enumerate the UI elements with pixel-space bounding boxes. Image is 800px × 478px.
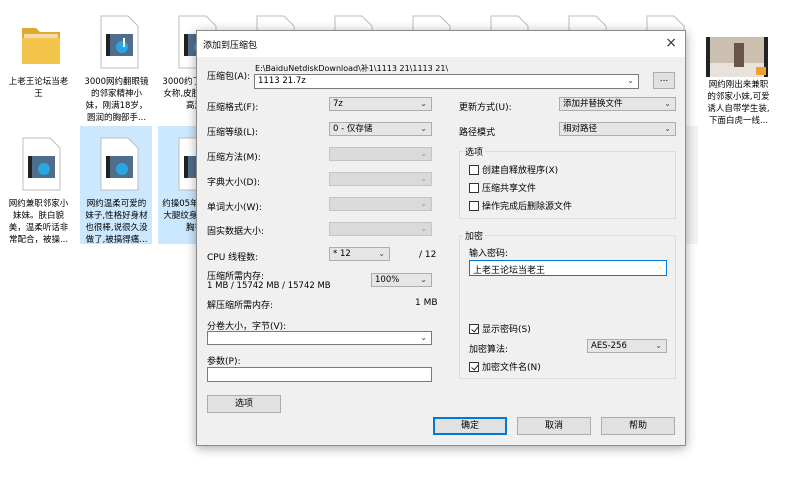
video-file-icon — [100, 137, 139, 191]
format-label: 压缩格式(F): — [207, 103, 259, 113]
show-password-label: 显示密码(S) — [482, 325, 531, 335]
file-item-label: 网约刚出来兼职的邻家小妹,可爱诱人自带学生装,下面白虎一线... — [707, 80, 770, 125]
add-to-archive-dialog: 添加到压缩包 × 压缩包(A): E:\BaiduNetdiskDownload… — [196, 30, 686, 446]
chevron-down-icon: ⌄ — [420, 275, 427, 284]
chevron-down-icon: ⌄ — [420, 99, 427, 108]
archive-name-value: 1113 21.7z — [258, 76, 306, 86]
memory-percent-select[interactable]: 100% ⌄ — [371, 273, 432, 287]
cpu-threads-label: CPU 线程数: — [207, 253, 259, 263]
video-file-icon — [100, 15, 139, 69]
encryption-method-value: AES-256 — [591, 341, 627, 351]
checkbox-unchecked-icon — [469, 183, 479, 193]
file-item-video-selected[interactable]: 网约温柔可爱的妹子,性格好身材也很棒,说很久没做了,被搞得痛... — [80, 126, 152, 244]
chevron-down-icon: ⌄ — [420, 333, 427, 342]
checkbox-unchecked-icon — [469, 165, 479, 175]
show-password-checkbox[interactable]: 显示密码(S) — [469, 322, 531, 335]
compress-shared-checkbox[interactable]: 压缩共享文件 — [469, 181, 536, 194]
create-sfx-checkbox[interactable]: 创建自释放程序(X) — [469, 163, 558, 176]
level-value: 0 - 仅存储 — [333, 124, 373, 134]
encrypt-filenames-checkbox[interactable]: 加密文件名(N) — [469, 360, 541, 373]
format-value: 7z — [333, 99, 343, 109]
dialog-titlebar[interactable]: 添加到压缩包 × — [197, 31, 685, 57]
close-icon[interactable]: × — [665, 35, 677, 51]
cpu-threads-select[interactable]: * 12 ⌄ — [329, 247, 390, 261]
method-select: ⌄ — [329, 147, 432, 161]
chevron-down-icon: ⌄ — [420, 149, 427, 158]
archive-label: 压缩包(A): — [207, 72, 251, 82]
file-item-label: 网约兼职邻家小妹妹。肤白貌美，温柔听话非常配合，被操... — [8, 199, 69, 244]
archive-path-text: E:\BaiduNetdiskDownload\补1\1113 21\1113 … — [255, 64, 449, 73]
ok-button[interactable]: 确定 — [433, 417, 507, 435]
encryption-method-select[interactable]: AES-256 ⌄ — [587, 339, 667, 353]
options-group-label: 选项 — [463, 145, 486, 158]
solid-block-select: ⌄ — [329, 222, 432, 236]
file-item-video-thumbnail[interactable]: 网约刚出来兼职的邻家小妹,可爱诱人自带学生装,下面白虎一线... — [702, 4, 774, 125]
file-item-label: 网约温柔可爱的妹子,性格好身材也很棒,说很久没做了,被搞得痛... — [85, 199, 148, 244]
memory-percent-value: 100% — [375, 275, 400, 285]
password-label: 输入密码: — [469, 249, 509, 259]
split-volume-combobox[interactable]: ⌄ — [207, 331, 432, 345]
chevron-down-icon: ⌄ — [664, 124, 671, 133]
word-size-label: 单词大小(W): — [207, 203, 262, 213]
compress-shared-label: 压缩共享文件 — [482, 184, 537, 194]
cpu-threads-max: / 12 — [419, 250, 437, 260]
help-button[interactable]: 帮助 — [601, 417, 675, 435]
encryption-method-label: 加密算法: — [469, 345, 509, 355]
path-mode-label: 路径模式 — [459, 128, 496, 138]
file-item-video[interactable]: 网约兼职邻家小妹妹。肤白貌美，温柔听话非常配合，被操... — [2, 126, 74, 244]
update-mode-value: 添加并替换文件 — [563, 99, 623, 109]
video-file-icon — [22, 137, 61, 191]
checkbox-checked-icon — [469, 362, 479, 372]
checkbox-checked-icon — [469, 324, 479, 334]
chevron-down-icon: ⌄ — [627, 76, 634, 85]
create-sfx-label: 创建自释放程序(X) — [482, 166, 559, 176]
chevron-down-icon: ⌄ — [420, 124, 427, 133]
cpu-threads-value: * 12 — [333, 249, 351, 259]
parameters-input[interactable] — [207, 367, 432, 382]
solid-block-label: 固实数据大小: — [207, 227, 265, 237]
dictionary-label: 字典大小(D): — [207, 178, 260, 188]
file-item-folder[interactable]: 上老王论坛当老王 — [2, 4, 74, 122]
dictionary-select: ⌄ — [329, 172, 432, 186]
browse-button[interactable]: ... — [653, 72, 675, 89]
path-mode-select[interactable]: 相对路径 ⌄ — [559, 122, 676, 136]
encryption-group-label: 加密 — [463, 229, 486, 242]
dialog-title: 添加到压缩包 — [203, 41, 258, 51]
chevron-down-icon: ⌄ — [420, 174, 427, 183]
file-item-label: 上老王论坛当老王 — [8, 77, 69, 99]
decompress-memory-label: 解压缩所需内存: — [207, 301, 274, 311]
password-value: 上老王论坛当老王 — [473, 266, 546, 276]
checkbox-unchecked-icon — [469, 201, 479, 211]
chevron-down-icon: ⌄ — [655, 341, 662, 350]
archive-name-combobox[interactable]: 1113 21.7z ⌄ — [254, 74, 639, 89]
update-mode-select[interactable]: 添加并替换文件 ⌄ — [559, 97, 676, 111]
level-label: 压缩等级(L): — [207, 128, 259, 138]
cancel-button[interactable]: 取消 — [517, 417, 591, 435]
decompress-memory-value: 1 MB — [415, 298, 438, 308]
file-item-label: 3000网约翻眼镜的邻家精神小妹，刚满18岁，圆润的胸部手... — [84, 77, 149, 122]
parameters-label: 参数(P): — [207, 357, 241, 367]
method-label: 压缩方法(M): — [207, 153, 261, 163]
word-size-select: ⌄ — [329, 197, 432, 211]
level-select[interactable]: 0 - 仅存储 ⌄ — [329, 122, 432, 136]
chevron-down-icon: ⌄ — [420, 199, 427, 208]
folder-icon — [22, 28, 60, 64]
path-mode-value: 相对路径 — [563, 124, 598, 134]
password-input[interactable]: 上老王论坛当老王 — [469, 260, 667, 276]
video-thumbnail-image — [706, 37, 768, 77]
chevron-down-icon: ⌄ — [664, 99, 671, 108]
delete-after-checkbox[interactable]: 操作完成后删除源文件 — [469, 199, 572, 212]
options-button[interactable]: 选项 — [207, 395, 281, 413]
encrypt-filenames-label: 加密文件名(N) — [482, 363, 541, 373]
format-select[interactable]: 7z ⌄ — [329, 97, 432, 111]
compress-memory-value: 1 MB / 15742 MB / 15742 MB — [207, 281, 331, 291]
delete-after-label: 操作完成后删除源文件 — [482, 202, 573, 212]
file-item-video[interactable]: 3000网约翻眼镜的邻家精神小妹，刚满18岁，圆润的胸部手... — [80, 4, 152, 122]
chevron-down-icon: ⌄ — [420, 224, 427, 233]
update-mode-label: 更新方式(U): — [459, 103, 512, 113]
chevron-down-icon: ⌄ — [378, 249, 385, 258]
